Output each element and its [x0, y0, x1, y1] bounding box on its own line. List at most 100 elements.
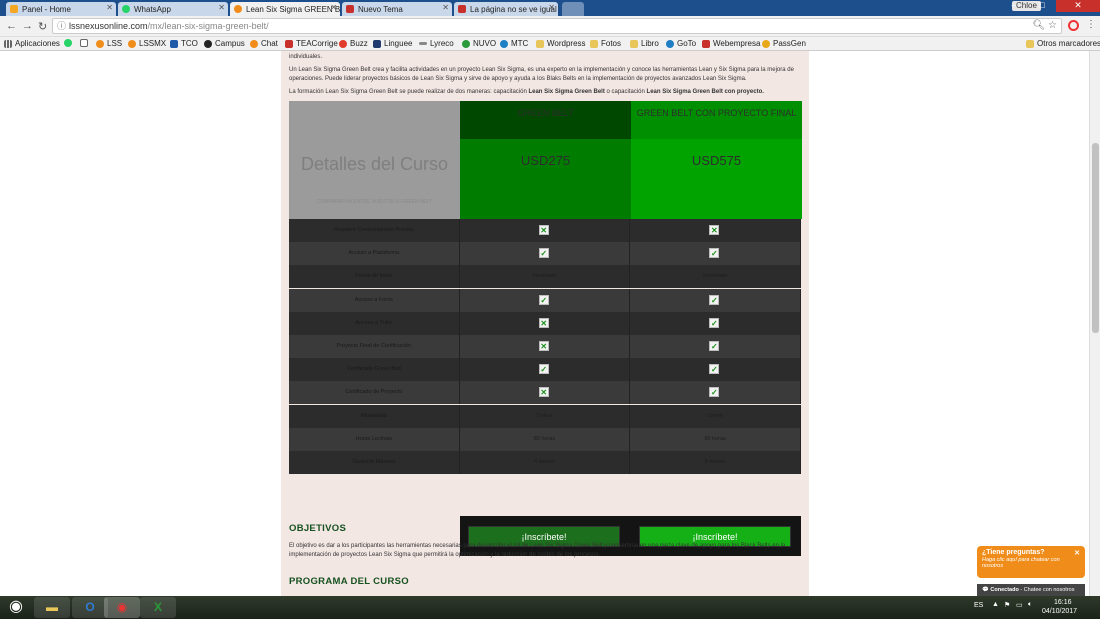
tray-arrow-icon[interactable]: ▲ — [992, 601, 999, 608]
browser-menu-icon[interactable]: ⋮ — [1086, 19, 1096, 30]
taskbar-outlook[interactable]: O — [72, 597, 108, 618]
clock-date[interactable]: 04/10/2017 — [1042, 608, 1077, 615]
details-subtitle: COMPARATIVA ENTRE NUESTROS GREEN BELT — [316, 199, 433, 205]
linguee-icon — [373, 39, 381, 48]
close-tab-icon[interactable]: ✕ — [442, 3, 449, 12]
url-input[interactable]: ⓘ lssnexusonline.com/mx/lean-six-sigma-g… — [52, 18, 1062, 34]
intro-paragraph: Un Lean Six Sigma Green Belt crea y faci… — [289, 67, 794, 82]
bookmark-webempresa[interactable]: Webempresa — [702, 39, 760, 48]
bookmark-campus[interactable]: Campus — [204, 39, 245, 48]
bookmark-star-icon[interactable]: ☆ — [1048, 20, 1057, 31]
bookmark-libro[interactable]: Libro — [630, 39, 659, 48]
volume-icon[interactable]: 🔈︎ — [1028, 601, 1032, 609]
tab-panel-home[interactable]: Panel - Home ✕ — [6, 2, 116, 16]
maximize-button[interactable]: □ — [1028, 0, 1056, 12]
url-path: /mx/lean-six-sigma-green-belt/ — [147, 21, 269, 31]
windows-taskbar: ◉ ▬ O ◉ X ES ▲ ⚑ ▭ 🔈︎ 16:16 04/10/2017 — [0, 596, 1100, 619]
chat-popup[interactable]: ¿Tiene preguntas? Haga clic aquí para ch… — [977, 546, 1085, 578]
close-tab-icon[interactable]: ✕ — [548, 3, 555, 12]
zoom-icon[interactable]: 🔍︎ — [1033, 20, 1046, 31]
webempresa-icon — [702, 39, 710, 48]
feature-cell-text: 4 meses — [459, 451, 631, 474]
plan-name: GREEN BELT — [460, 101, 631, 139]
taskbar-excel[interactable]: X — [140, 597, 176, 618]
tab-whatsapp[interactable]: WhatsApp ✕ — [118, 2, 228, 16]
cross-icon: ✕ — [538, 387, 549, 398]
omnibox-tools: 🔍︎ ☆ — [1033, 19, 1057, 33]
tab-bar: Panel - Home ✕ WhatsApp ✕ Lean Six Sigma… — [0, 0, 1100, 16]
bookmark-mail[interactable] — [80, 39, 91, 47]
clock-time[interactable]: 16:16 — [1054, 599, 1072, 606]
whatsapp-icon — [122, 5, 130, 13]
objetivos-paragraph: El objetivo es dar a los participantes l… — [289, 543, 786, 558]
folder-icon — [630, 39, 638, 48]
page-info-icon[interactable]: ⓘ — [57, 19, 66, 33]
minimize-button[interactable]: – — [1000, 0, 1028, 12]
close-tab-icon[interactable]: ✕ — [330, 3, 337, 12]
row-label: Horas Lectivas — [289, 427, 460, 451]
feature-cell: ✓ — [630, 335, 802, 358]
webempresa-favicon-icon — [346, 5, 354, 13]
bookmark-mtc[interactable]: MTC — [500, 39, 528, 48]
bookmark-chat[interactable]: Chat — [250, 39, 278, 48]
table-row: Acceso a Tutor ✕ ✓ — [289, 311, 802, 335]
bookmark-goto[interactable]: GoTo — [666, 39, 696, 48]
intro-tail: individuales. — [289, 54, 323, 60]
reload-icon[interactable]: ↻ — [38, 20, 47, 33]
tab-lean-six-sigma[interactable]: Lean Six Sigma GREEN BE ✕ — [230, 2, 340, 16]
chat-status-bar[interactable]: 💬 Conectado - Chatee con nosotros — [977, 584, 1085, 596]
new-tab-button[interactable] — [562, 2, 584, 16]
bookmark-passgen[interactable]: PassGen — [762, 39, 806, 48]
outlook-icon: O — [85, 600, 95, 614]
goto-icon — [666, 39, 674, 48]
webempresa-favicon-icon — [458, 5, 466, 13]
close-tab-icon[interactable]: ✕ — [106, 3, 113, 12]
tab-pagina-no-se-ve-igual[interactable]: La página no se ve igual ✕ — [454, 2, 558, 16]
bookmark-lss[interactable]: LSS — [96, 39, 122, 48]
table-row: Acceso a Foros ✓ ✓ — [289, 288, 802, 312]
system-tray: ES ▲ ⚑ ▭ 🔈︎ 16:16 04/10/2017 — [970, 596, 1100, 619]
row-label: Certificado Green Belt — [289, 358, 460, 382]
row-label: Modalidad — [289, 404, 460, 428]
check-icon: ✓ — [709, 248, 720, 259]
bookmark-teacorrige[interactable]: TEACorrige — [285, 39, 338, 48]
language-indicator[interactable]: ES — [974, 602, 983, 609]
start-button[interactable]: ◉ — [3, 596, 29, 619]
row-label: Duración Máxima — [289, 451, 460, 474]
close-window-button[interactable]: ✕ — [1056, 0, 1100, 12]
chrome-icon: ◉ — [116, 600, 128, 614]
bookmark-tco[interactable]: TCO — [170, 39, 198, 48]
check-icon: ✓ — [709, 364, 720, 375]
bookmark-wordpress[interactable]: Wordpress — [536, 39, 586, 48]
bookmark-linguee[interactable]: Linguee — [373, 39, 412, 48]
taskbar-explorer[interactable]: ▬ — [34, 597, 70, 618]
tab-nuevo-tema[interactable]: Nuevo Tema ✕ — [342, 2, 452, 16]
bookmark-lssmx[interactable]: LSSMX — [128, 39, 166, 48]
row-label: Acceso a Plataforma — [289, 242, 460, 266]
programa-heading: PROGRAMA DEL CURSO — [289, 576, 409, 587]
bookmark-fotos[interactable]: Fotos — [590, 39, 621, 48]
network-icon[interactable]: ▭ — [1016, 601, 1023, 609]
forward-arrow-icon[interactable]: → — [22, 20, 33, 32]
tco-icon — [170, 39, 178, 48]
lss-icon — [96, 39, 104, 48]
bookmark-otros[interactable]: Otros marcadores — [1026, 39, 1100, 48]
chat-close-icon[interactable]: ✕ — [1074, 549, 1080, 557]
bookmark-nuvo[interactable]: NUVO — [462, 39, 496, 48]
back-arrow-icon[interactable]: ← — [6, 20, 17, 32]
row-label: Acceso a Foros — [289, 288, 460, 312]
nuvo-icon — [462, 39, 470, 48]
cross-icon: ✕ — [538, 317, 549, 328]
bookmark-whatsapp[interactable] — [64, 39, 75, 47]
bookmark-buzz[interactable]: Buzz — [339, 39, 368, 48]
whatsapp-icon — [64, 39, 72, 47]
close-tab-icon[interactable]: ✕ — [218, 3, 225, 12]
flag-icon[interactable]: ⚑ — [1004, 601, 1010, 609]
opera-extension-icon[interactable] — [1068, 20, 1079, 31]
scrollbar-thumb[interactable] — [1092, 143, 1099, 333]
panel-favicon-icon — [10, 5, 18, 13]
bookmark-lyreco[interactable]: Lyreco — [419, 39, 454, 48]
bookmark-aplicaciones[interactable]: Aplicaciones — [4, 39, 60, 48]
page-scrollbar[interactable] — [1089, 51, 1100, 596]
taskbar-chrome[interactable]: ◉ — [104, 597, 140, 618]
